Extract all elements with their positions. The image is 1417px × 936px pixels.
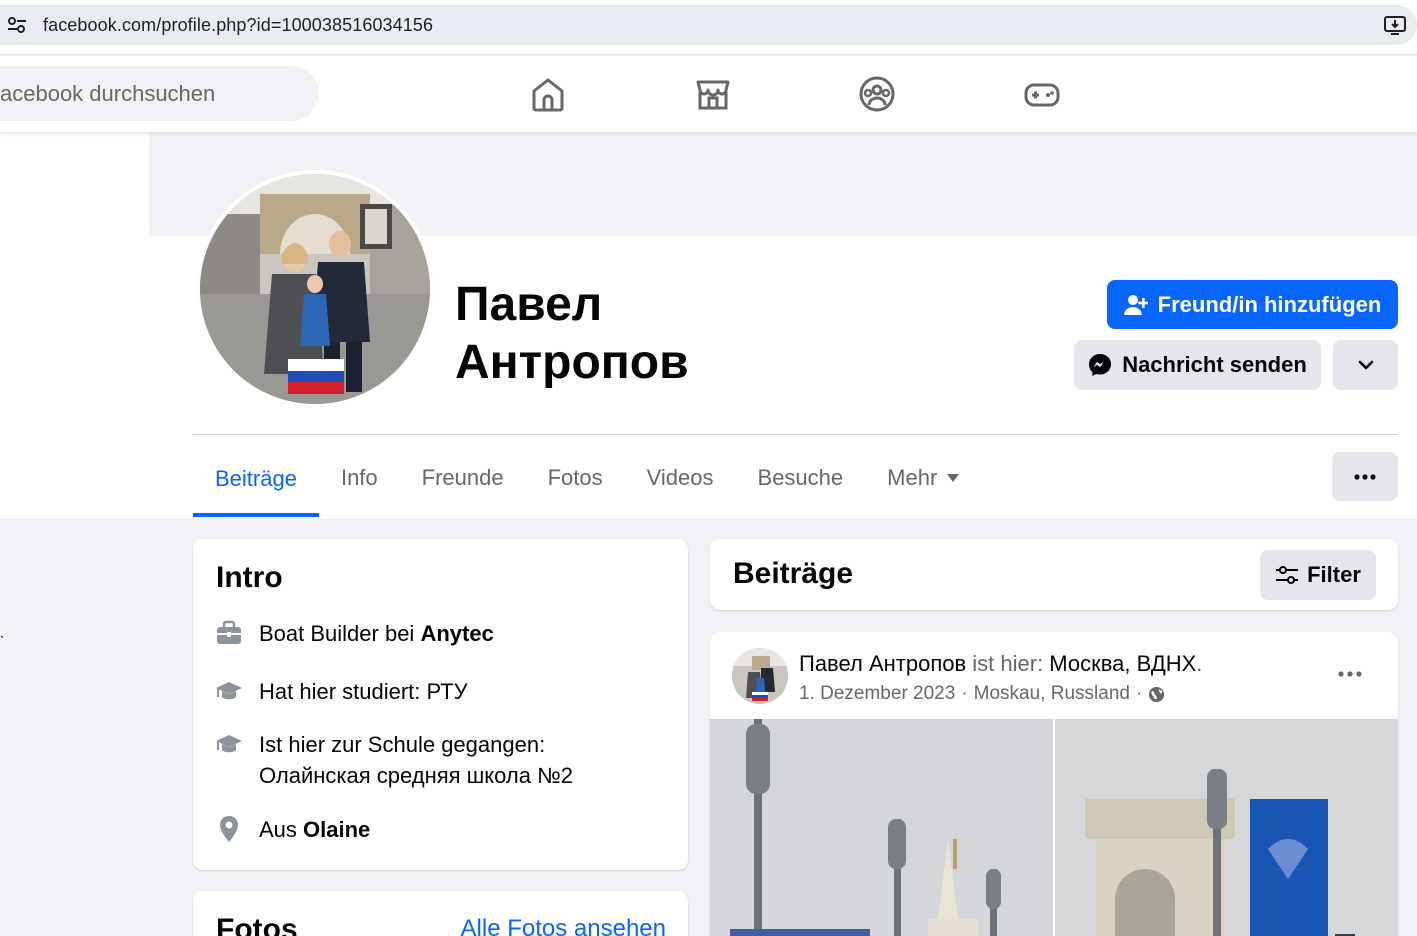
profile-picture[interactable] (196, 170, 434, 408)
from-prefix: Aus (259, 817, 304, 842)
add-friend-label: Freund/in hinzufügen (1157, 291, 1382, 317)
tab-label: Freunde (421, 465, 504, 490)
meta-separator: · (961, 683, 968, 704)
school-line1: Ist hier zur Schule gegangen: (259, 732, 546, 757)
post-place[interactable]: Москва, ВДНХ (1049, 651, 1196, 676)
groups-icon[interactable] (857, 74, 897, 114)
photos-card: Fotos Alle Fotos ansehen (193, 891, 688, 936)
intro-from-text: Aus Olaine (259, 814, 370, 845)
meta-separator: · (1135, 683, 1143, 704)
marketplace-icon[interactable] (693, 74, 733, 114)
home-icon[interactable] (528, 74, 568, 114)
profile-name-line2: Антропов (455, 336, 689, 389)
all-photos-link[interactable]: Alle Fotos ansehen (461, 915, 666, 936)
post-card: Павел Антропов ist hier: Москва, ВДНХ. 1… (710, 632, 1398, 936)
browser-toolbar: facebook.com/profile.php?id=100038516034… (0, 0, 1417, 55)
tab-label: Besuche (757, 465, 844, 490)
ellipsis-icon (1354, 473, 1376, 480)
tab-fotos[interactable]: Fotos (526, 440, 625, 516)
post-photo[interactable] (710, 719, 1053, 936)
tab-mehr[interactable]: Mehr (865, 440, 981, 516)
profile-tabs: Beiträge Info Freunde Fotos Videos Besuc… (193, 440, 981, 518)
intro-card: Intro Boat Builder bei Anytec Hat hier s… (193, 539, 688, 870)
intro-work-text: Boat Builder bei Anytec (259, 618, 494, 649)
graduation-cap-icon (216, 735, 242, 753)
search-input[interactable] (0, 66, 319, 121)
address-bar[interactable]: facebook.com/profile.php?id=100038516034… (0, 5, 1417, 45)
chevron-down-icon (1358, 360, 1373, 370)
site-settings-icon[interactable] (6, 15, 28, 35)
filter-label: Filter (1307, 562, 1361, 587)
messenger-icon (1089, 354, 1112, 376)
intro-from: Aus Olaine (215, 814, 370, 845)
tab-freunde[interactable]: Freunde (400, 440, 526, 516)
url-text[interactable]: facebook.com/profile.php?id=100038516034… (43, 15, 433, 36)
search-box[interactable] (0, 66, 319, 121)
post-author-avatar[interactable] (732, 648, 788, 704)
send-message-label: Nachricht senden (1122, 352, 1307, 377)
intro-school: Ist hier zur Schule gegangen: Олайнская … (215, 729, 573, 791)
gaming-icon[interactable] (1022, 74, 1062, 114)
vdnh-arch-photo (1055, 719, 1398, 936)
profile-name-line1: Павел (455, 278, 603, 331)
posts-title: Beiträge (733, 557, 854, 590)
intro-work: Boat Builder bei Anytec (215, 618, 494, 649)
tab-label: Info (340, 465, 378, 490)
tab-besuche[interactable]: Besuche (736, 440, 866, 516)
tab-info[interactable]: Info (319, 440, 400, 516)
post-options-button[interactable] (1330, 660, 1370, 688)
briefcase-icon (217, 620, 241, 644)
graduation-cap-icon (216, 682, 242, 700)
filter-button[interactable]: Filter (1260, 550, 1376, 600)
tab-videos[interactable]: Videos (625, 440, 736, 516)
vdnh-tower-photo (710, 719, 1053, 936)
tab-beitraege[interactable]: Beiträge (193, 440, 319, 517)
work-company[interactable]: Anytec (420, 621, 493, 646)
intro-title: Intro (216, 561, 283, 594)
posts-header-card: Beiträge Filter (710, 539, 1398, 610)
tab-label: Videos (646, 465, 714, 490)
post-date[interactable]: 1. Dezember 2023 (799, 683, 955, 705)
from-place[interactable]: Olaine (303, 817, 370, 842)
post-place-suffix: . (1196, 651, 1203, 676)
post-photo[interactable] (1055, 719, 1398, 936)
author-photo (732, 648, 788, 704)
profile-photo (200, 174, 430, 404)
work-prefix: Boat Builder bei (259, 621, 421, 646)
tab-label: Fotos (547, 465, 603, 490)
tabs-more-button[interactable] (1332, 452, 1398, 501)
caret-down-icon (947, 474, 960, 482)
post-author-name[interactable]: Павел Антропов (799, 651, 966, 676)
school-line2[interactable]: Олайнская средняя школа №2 (259, 760, 573, 791)
post-meta-line: 1. Dezember 2023 · Moskau, Russland · (799, 683, 1165, 705)
send-message-button[interactable]: Nachricht senden (1074, 340, 1321, 390)
more-options-button[interactable] (1333, 340, 1398, 390)
add-friend-icon (1123, 294, 1148, 315)
profile-divider (193, 434, 1398, 435)
install-app-icon[interactable] (1383, 14, 1407, 36)
location-pin-icon (220, 816, 238, 842)
post-header-line: Павел Антропов ist hier: Москва, ВДНХ. (799, 651, 1202, 677)
post-location[interactable]: Moskau, Russland (974, 683, 1130, 705)
left-edge-mark: ˎ (0, 622, 5, 638)
profile-name: Павел Антропов (455, 276, 855, 392)
photos-title: Fotos (216, 913, 298, 936)
intro-school-text: Ist hier zur Schule gegangen: Олайнская … (259, 729, 573, 791)
globe-icon (1149, 686, 1165, 702)
add-friend-button[interactable]: Freund/in hinzufügen (1107, 280, 1398, 329)
tab-label: Beiträge (215, 465, 297, 491)
ellipsis-icon (1338, 671, 1362, 677)
facebook-header (0, 56, 1417, 132)
intro-studied-text: Hat hier studiert: РТУ (259, 679, 468, 704)
post-action: ist hier: (966, 651, 1050, 676)
intro-studied: Hat hier studiert: РТУ (215, 676, 468, 707)
filter-sliders-icon (1276, 566, 1299, 584)
left-page-strip (0, 132, 149, 518)
tab-label: Mehr (887, 465, 938, 490)
